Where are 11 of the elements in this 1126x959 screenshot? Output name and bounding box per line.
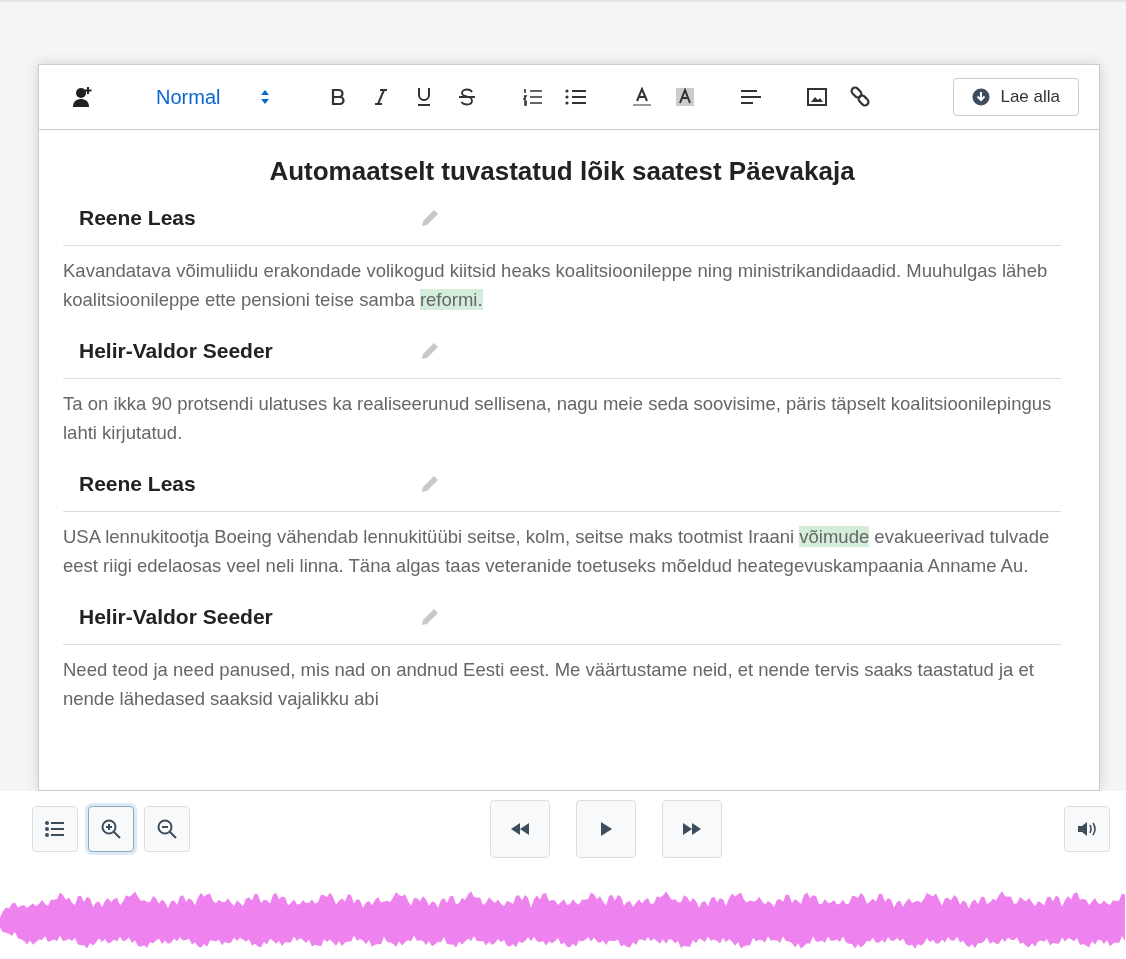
transcript-paragraph: Need teod ja need panused, mis nad on andnud Eesti eest. Me väärtustame neid, et nende tervis saaks taastatud ja et nende lähedased saaksid vajalikku abi bbox=[63, 658, 1035, 711]
download-button[interactable]: Lae alla bbox=[953, 78, 1079, 116]
speaker-name: Reene Leas bbox=[79, 472, 197, 496]
speaker-name: Helir-Valdor Seeder bbox=[79, 605, 274, 629]
document-title: Automaatselt tuvastatud lõik saatest Päevakaja bbox=[268, 156, 856, 187]
transcript-paragraph: USA lennukitootja Boeing vähendab lennukitüübi seitse, kolm, seitse maks tootmist Iraani võimude evakueerivad tulvade eest riigi edelaosas veel neli linna. Täna algas taas veteranide toetuseks mõeldud heategevuskampaania Anname Au. bbox=[63, 525, 1051, 578]
transcript-paragraph: Kavandatava võimuliidu erakondade volikogud kiitsid heaks koalitsioonileppe ning ministrikandidaadid. Muuhulgas läheb koalitsioonileppe ette pensioni teise samba reformi. bbox=[63, 259, 1049, 312]
transcript-paragraph: Ta on ikka 90 protsendi ulatuses ka realiseerunud sellisena, nagu meie seda soovisime, päris täpselt koalitsioonilepingus lahti kirjutatud. bbox=[63, 392, 1053, 445]
speaker-name: Reene Leas bbox=[79, 206, 197, 230]
speaker-name: Helir-Valdor Seeder bbox=[79, 339, 274, 363]
format-select[interactable]: Normal bbox=[156, 85, 271, 109]
